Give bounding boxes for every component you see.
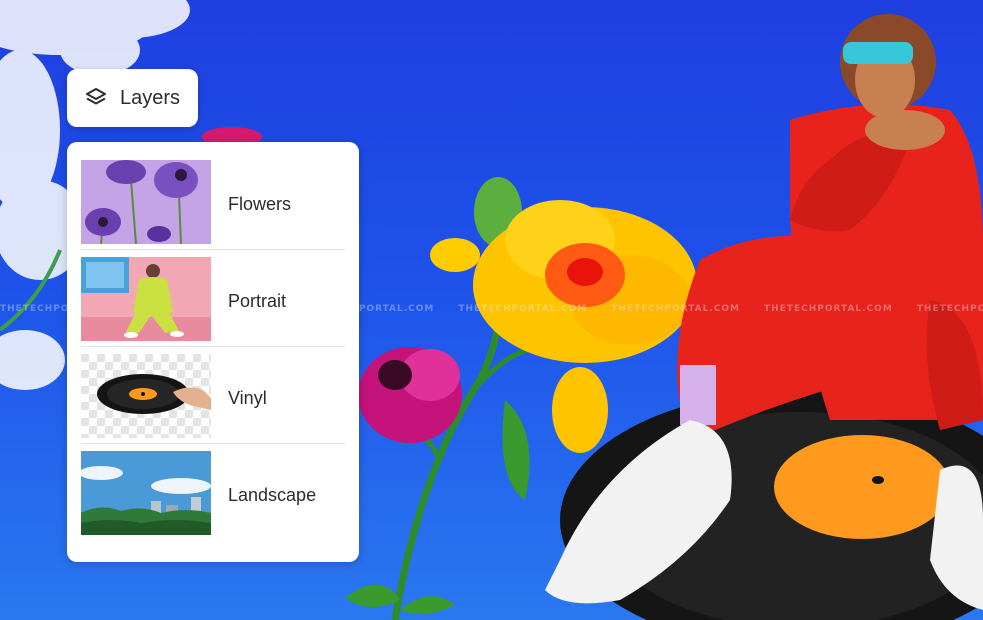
layer-item-flowers[interactable]: Flowers xyxy=(81,160,345,257)
divider xyxy=(81,346,345,347)
canvas: THETECHPORTAL.COM THETECHPORTAL.COM THET… xyxy=(0,0,983,620)
layer-item-portrait[interactable]: Portrait xyxy=(81,257,345,354)
watermark-text: THETECHPORTAL.COM xyxy=(763,304,893,314)
layer-name: Landscape xyxy=(228,485,317,505)
layers-icon xyxy=(84,86,108,110)
layers-panel: Flowers Portrait Vinyl Landscape xyxy=(67,142,359,562)
magenta-flower xyxy=(358,347,462,443)
divider xyxy=(81,443,345,444)
layer-name: Flowers xyxy=(228,194,292,214)
layer-thumbnail-portrait xyxy=(81,257,211,341)
layer-name: Vinyl xyxy=(228,388,267,408)
layer-item-landscape[interactable]: Landscape xyxy=(81,451,345,548)
layer-name: Portrait xyxy=(228,291,287,311)
layer-item-vinyl[interactable]: Vinyl xyxy=(81,354,345,451)
layers-title: Layers xyxy=(120,86,181,109)
watermark-text: THETECHPORTAL.COM xyxy=(458,304,588,314)
layer-thumbnail-flowers xyxy=(81,160,211,244)
layers-button[interactable]: Layers xyxy=(67,69,198,127)
watermark-text: THETECHPORTAL.COM xyxy=(916,304,983,314)
watermark-text: THETECHPORTAL.COM xyxy=(611,304,740,314)
layer-thumbnail-landscape xyxy=(81,451,211,535)
layer-thumbnail-vinyl xyxy=(81,354,211,438)
divider xyxy=(81,249,345,250)
